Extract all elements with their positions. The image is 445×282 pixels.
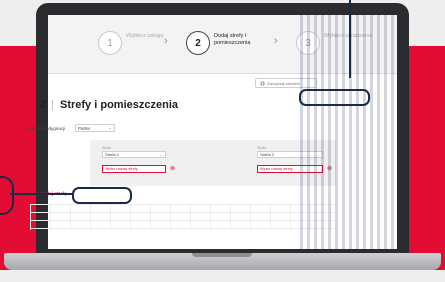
- floor-select[interactable]: Parter ⌄: [75, 124, 115, 132]
- manage-zones-button[interactable]: Zarządzaj strefami: [255, 78, 317, 88]
- chevron-down-icon: ⌄: [108, 125, 112, 130]
- zones-panel: Strefa Strefa 1 ⌄ Wpisz nazwę strefy ⊗ S…: [90, 140, 336, 186]
- manage-zones-label: Zarządzaj strefami: [267, 80, 300, 86]
- callout-line-top: [349, 0, 351, 78]
- zone-1-select[interactable]: Strefa 1 ⌄: [102, 151, 166, 158]
- zones-grid: [30, 204, 335, 230]
- callout-circle-left: [0, 176, 14, 215]
- step-number: 3: [296, 31, 320, 55]
- chevron-down-icon: ⌄: [159, 152, 163, 157]
- callout-ring-add-zone: [72, 187, 132, 204]
- zone-2-label: Strefa: [257, 146, 267, 150]
- title-separator: |: [51, 99, 54, 111]
- page-title: Strefy i pomieszczenia: [60, 99, 178, 111]
- callout-ring-manage-zones: [299, 89, 370, 106]
- page-step-number: 2: [40, 99, 47, 111]
- delete-icon[interactable]: ⊗: [327, 165, 332, 172]
- callout-line-left: [10, 193, 72, 195]
- chevron-down-icon: ⌄: [316, 152, 320, 157]
- step-number: 1: [98, 31, 122, 55]
- step-label: Wybierz usługę: [126, 33, 164, 39]
- settings-icon: [260, 80, 265, 86]
- laptop-notch: [192, 253, 252, 257]
- chevron-right-icon: ›: [274, 35, 278, 47]
- zone-2-placeholder: Wpisz nazwę strefy: [260, 167, 293, 171]
- delete-icon[interactable]: ⊗: [170, 165, 175, 172]
- chevron-right-icon: ›: [164, 35, 168, 47]
- zone-2-select[interactable]: Strefa 2 ⌄: [257, 151, 323, 158]
- zone-1-value: Strefa 1: [105, 152, 120, 157]
- zone-2-name-input[interactable]: Wpisz nazwę strefy: [257, 165, 323, 173]
- step-number: 2: [186, 31, 210, 55]
- zone-1-label: Strefa: [102, 146, 112, 150]
- zone-1-placeholder: Wpisz nazwę strefy: [105, 167, 138, 171]
- floor-label: Wybór kondygnacji: [27, 126, 65, 131]
- stepper: 1 Wybierz usługę › 2 Dodaj strefy i pomi…: [48, 15, 397, 74]
- step-label: Dodaj strefy i pomieszczenia: [214, 33, 251, 46]
- zone-1-name-input[interactable]: Wpisz nazwę strefy: [102, 165, 166, 173]
- floor-value: Parter: [78, 125, 91, 131]
- zone-2-value: Strefa 2: [260, 152, 275, 157]
